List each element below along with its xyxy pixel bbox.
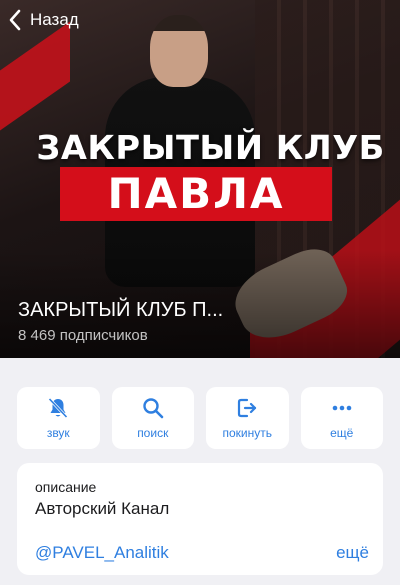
description-label: описание <box>35 479 97 495</box>
back-label: Назад <box>30 10 79 29</box>
subscriber-count: 8 469 подписчиков <box>18 327 148 344</box>
search-label: поиск <box>137 426 169 440</box>
more-button[interactable]: ещё <box>300 387 383 449</box>
mute-button[interactable]: звук <box>17 387 100 449</box>
more-label: ещё <box>330 426 354 440</box>
description-more-link[interactable]: ещё <box>336 543 369 563</box>
mute-label: звук <box>46 426 70 440</box>
channel-info-card: описание Авторский Канал @PAVEL_Analitik… <box>17 463 383 575</box>
leave-icon <box>238 398 257 418</box>
cover-title-line2: ПАВЛА <box>107 169 285 218</box>
leave-label: покинуть <box>222 426 273 440</box>
action-bar: звук поиск покинуть ещё <box>17 387 383 449</box>
bell-slash-icon <box>48 397 68 419</box>
chevron-left-icon <box>9 9 21 31</box>
channel-username-link[interactable]: @PAVEL_Analitik <box>35 543 169 563</box>
more-dots-icon <box>332 405 352 411</box>
back-button[interactable]: Назад <box>8 8 79 32</box>
channel-name: ЗАКРЫТЫЙ КЛУБ П... <box>18 299 224 321</box>
search-icon <box>143 398 164 419</box>
description-text: Авторский Канал <box>35 499 170 518</box>
leave-button[interactable]: покинуть <box>206 387 289 449</box>
cover-title-line1: ЗАКРЫТЫЙ КЛУБ <box>36 128 385 167</box>
search-button[interactable]: поиск <box>111 387 194 449</box>
